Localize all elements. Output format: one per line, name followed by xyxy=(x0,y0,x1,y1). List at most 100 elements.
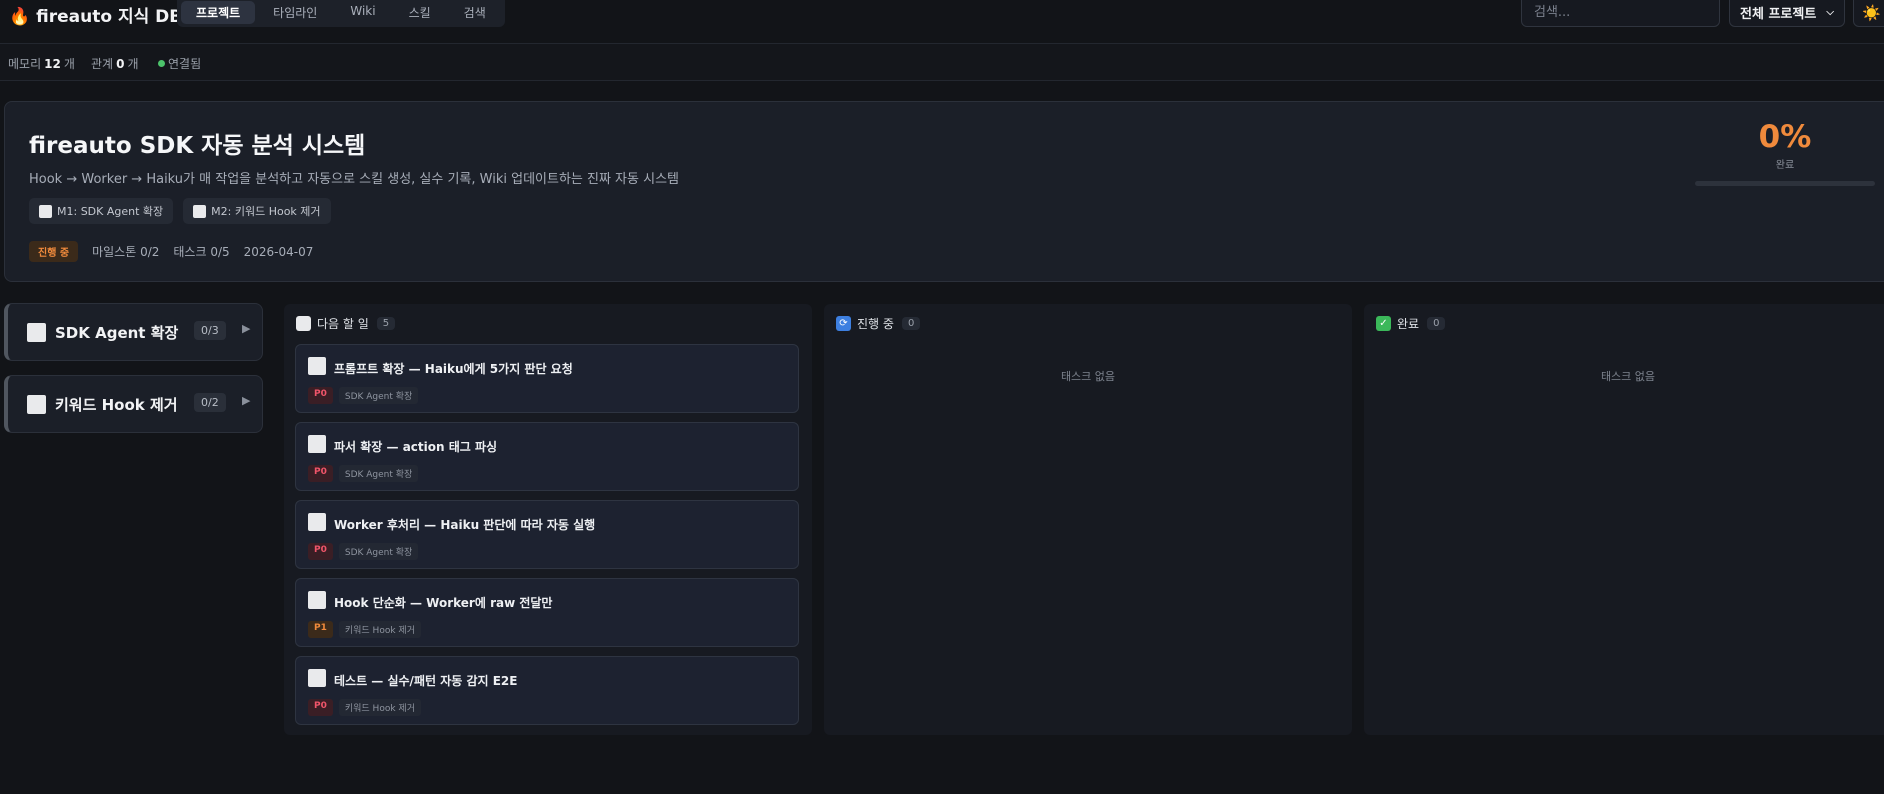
task-card[interactable]: 프롬프트 확장 — Haiku에게 5가지 판단 요청 P0 SDK Agent… xyxy=(295,344,799,413)
column-header: 다음 할 일 5 xyxy=(296,315,396,332)
project-date: 2026-04-07 xyxy=(243,244,314,259)
priority-badge: P0 xyxy=(308,699,333,716)
memory-stat: 메모리 12 개 xyxy=(8,55,75,72)
task-card[interactable]: Worker 후처리 — Haiku 판단에 따라 자동 실행 P0 SDK A… xyxy=(295,500,799,569)
task-title: 프롬프트 확장 — Haiku에게 5가지 판단 요청 xyxy=(334,362,573,376)
tasks-summary: 태스크 0/5 xyxy=(173,245,230,259)
project-select-value: 전체 프로젝트 xyxy=(1740,7,1817,22)
priority-badge: P0 xyxy=(308,387,333,404)
milestone-chip[interactable]: M2: 키워드 Hook 제거 xyxy=(183,198,331,224)
checkbox-icon[interactable] xyxy=(308,591,326,609)
status-dot-icon xyxy=(158,60,165,67)
project-meta: 진행 중 마일스톤 0/2 태스크 0/5 2026-04-07 xyxy=(29,241,313,262)
column-todo: 다음 할 일 5 프롬프트 확장 — Haiku에게 5가지 판단 요청 P0 … xyxy=(284,304,812,735)
tab-skills[interactable]: 스킬 xyxy=(394,1,446,24)
sun-icon: ☀️ xyxy=(1862,4,1881,22)
empty-state: 태스크 없음 xyxy=(1060,370,1116,383)
checkbox-icon[interactable] xyxy=(308,513,326,531)
progress-percent: 0% xyxy=(1758,119,1812,155)
column-done: ✓ 완료 0 태스크 없음 xyxy=(1364,304,1884,735)
memory-unit: 개 xyxy=(63,57,75,71)
progress-label: 완료 xyxy=(1775,160,1795,172)
milestone-count: 0/3 xyxy=(194,321,226,340)
nav-tabs: 프로젝트 타임라인 Wiki 스킬 검색 xyxy=(177,0,505,27)
memory-count: 12 xyxy=(44,57,61,71)
milestones-summary: 마일스톤 0/2 xyxy=(92,245,160,259)
column-header: ✓ 완료 0 xyxy=(1376,315,1446,332)
task-card[interactable]: 테스트 — 실수/패턴 자동 감지 E2E P0 키워드 Hook 제거 xyxy=(295,656,799,725)
checkbox-icon[interactable] xyxy=(308,669,326,687)
milestone-tag: SDK Agent 확장 xyxy=(338,543,419,560)
task-meta: P0 SDK Agent 확장 xyxy=(308,543,419,560)
task-meta: P0 SDK Agent 확장 xyxy=(308,387,419,404)
milestone-tag: 키워드 Hook 제거 xyxy=(338,621,421,638)
empty-state: 태스크 없음 xyxy=(1600,370,1656,383)
memory-label: 메모리 xyxy=(8,57,42,71)
relation-count: 0 xyxy=(116,57,125,71)
refresh-icon: ⟳ xyxy=(836,316,851,331)
progress-bar xyxy=(1695,181,1875,187)
task-title: Hook 단순화 — Worker에 raw 전달만 xyxy=(334,596,553,610)
app-title: fireauto 지식 DB xyxy=(36,7,183,27)
checkbox-icon[interactable] xyxy=(308,357,326,375)
expand-arrow-icon: ▶ xyxy=(242,322,251,335)
project-card: fireauto SDK 자동 분석 시스템 Hook → Worker → H… xyxy=(4,101,1884,282)
column-count: 0 xyxy=(1427,317,1446,330)
project-title: fireauto SDK 자동 분석 시스템 xyxy=(29,133,366,159)
project-progress: 0% 완료 xyxy=(1687,119,1883,187)
chevron-down-icon: ⌵ xyxy=(1826,7,1834,18)
project-select[interactable]: 전체 프로젝트 ⌵ xyxy=(1729,0,1845,27)
milestone-tag: 키워드 Hook 제거 xyxy=(338,699,421,716)
tab-search[interactable]: 검색 xyxy=(449,1,501,24)
milestone-chip-label: M1: SDK Agent 확장 xyxy=(57,205,164,218)
column-title: 진행 중 xyxy=(857,317,894,331)
task-meta: P1 키워드 Hook 제거 xyxy=(308,621,421,638)
checkbox-icon[interactable] xyxy=(308,435,326,453)
column-title: 다음 할 일 xyxy=(317,317,369,331)
priority-badge: P1 xyxy=(308,621,333,638)
connection-label: 연결됨 xyxy=(168,57,202,71)
checkbox-icon xyxy=(296,316,311,331)
milestone-tag: SDK Agent 확장 xyxy=(338,387,419,404)
priority-badge: P0 xyxy=(308,543,333,560)
column-in-progress: ⟳ 진행 중 0 태스크 없음 xyxy=(824,304,1352,735)
relation-unit: 개 xyxy=(127,57,139,71)
task-card[interactable]: 파서 확장 — action 태그 파싱 P0 SDK Agent 확장 xyxy=(295,422,799,491)
task-title: 테스트 — 실수/패턴 자동 감지 E2E xyxy=(334,674,518,688)
milestone-label: 키워드 Hook 제거 xyxy=(55,396,178,414)
milestone-label: SDK Agent 확장 xyxy=(55,324,179,342)
checkbox-icon xyxy=(27,395,46,414)
checkbox-icon xyxy=(193,204,207,218)
column-count: 0 xyxy=(901,317,921,330)
app-brand[interactable]: 🔥 fireauto 지식 DB xyxy=(9,2,182,27)
column-count: 5 xyxy=(376,317,396,330)
task-meta: P0 키워드 Hook 제거 xyxy=(308,699,421,716)
project-description: Hook → Worker → Haiku가 매 작업을 분석하고 자동으로 스… xyxy=(29,172,679,187)
stats-bar: 메모리 12 개 관계 0 개 연결됨 xyxy=(0,43,1884,81)
tab-wiki[interactable]: Wiki xyxy=(335,1,390,24)
task-title: Worker 후처리 — Haiku 판단에 따라 자동 실행 xyxy=(334,518,596,532)
milestone-item[interactable]: 키워드 Hook 제거 0/2 ▶ xyxy=(4,375,263,433)
theme-toggle-button[interactable]: ☀️ xyxy=(1853,0,1884,27)
relation-stat: 관계 0 개 xyxy=(91,55,139,72)
status-badge: 진행 중 xyxy=(29,241,79,262)
check-icon: ✓ xyxy=(1376,316,1391,331)
tab-projects[interactable]: 프로젝트 xyxy=(181,1,256,24)
milestone-chip[interactable]: M1: SDK Agent 확장 xyxy=(29,198,174,224)
milestone-count: 0/2 xyxy=(194,393,226,412)
task-meta: P0 SDK Agent 확장 xyxy=(308,465,419,482)
tab-timeline[interactable]: 타임라인 xyxy=(258,1,332,24)
column-title: 완료 xyxy=(1397,317,1420,331)
connection-status: 연결됨 xyxy=(158,55,201,72)
priority-badge: P0 xyxy=(308,465,333,482)
milestone-chips: M1: SDK Agent 확장 M2: 키워드 Hook 제거 xyxy=(29,198,331,224)
relation-label: 관계 xyxy=(91,57,114,71)
search-input[interactable] xyxy=(1521,0,1720,27)
checkbox-icon xyxy=(27,323,46,342)
task-title: 파서 확장 — action 태그 파싱 xyxy=(334,440,498,454)
checkbox-icon xyxy=(39,204,52,218)
column-header: ⟳ 진행 중 0 xyxy=(836,315,921,332)
milestone-item[interactable]: SDK Agent 확장 0/3 ▶ xyxy=(4,303,263,361)
task-card[interactable]: Hook 단순화 — Worker에 raw 전달만 P1 키워드 Hook 제… xyxy=(295,578,799,647)
milestone-tag: SDK Agent 확장 xyxy=(338,465,419,482)
